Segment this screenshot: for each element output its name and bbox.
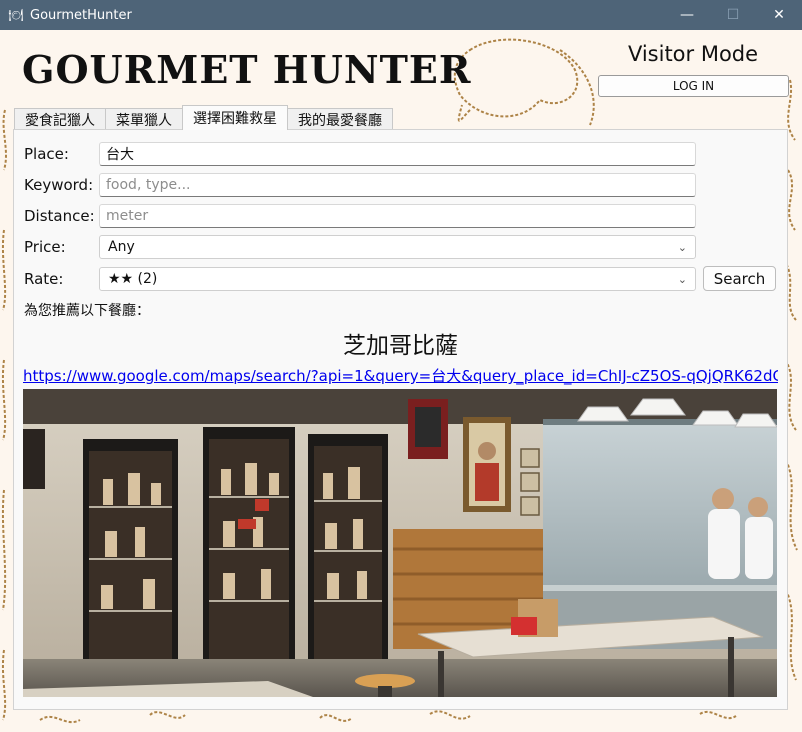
rate-row: Rate: ★★ (2) ⌄ — [24, 267, 696, 291]
maximize-button[interactable]: ☐ — [710, 0, 756, 30]
distance-row: Distance: meter — [24, 204, 696, 228]
window-title: GourmetHunter — [30, 7, 132, 23]
visitor-mode-label: Visitor Mode — [627, 42, 759, 66]
close-button[interactable]: ✕ — [756, 0, 802, 30]
price-label: Price: — [24, 238, 66, 256]
rate-label: Rate: — [24, 270, 64, 288]
chevron-down-icon: ⌄ — [677, 272, 687, 286]
tab-decision-helper[interactable]: 選擇困難救星 — [182, 105, 288, 130]
restaurant-name: 芝加哥比薩 — [343, 333, 458, 359]
tab-favorite-restaurants[interactable]: 我的最愛餐廳 — [287, 108, 393, 130]
window-controls: — ☐ ✕ — [664, 0, 802, 30]
distance-label: Distance: — [24, 207, 95, 225]
keyword-input[interactable]: food, type... — [99, 173, 696, 197]
rate-select[interactable]: ★★ (2) ⌄ — [99, 267, 696, 291]
title-bar: 🍽 GourmetHunter — ☐ ✕ — [0, 0, 802, 30]
restaurant-photo — [23, 389, 777, 697]
tab-menu-hunter[interactable]: 菜單獵人 — [105, 108, 183, 130]
keyword-row: Keyword: food, type... — [24, 173, 696, 197]
tab-bar: 愛食記獵人 菜單獵人 選擇困難救星 我的最愛餐廳 — [14, 105, 393, 130]
keyword-label: Keyword: — [24, 176, 94, 194]
restaurant-interior-illustration — [23, 389, 777, 697]
app-logo: GOURMET HUNTER — [22, 47, 472, 92]
place-row: Place: 台大 — [24, 142, 696, 166]
decision-helper-panel: Place: 台大 Keyword: food, type... Distanc… — [13, 129, 788, 710]
distance-input[interactable]: meter — [99, 204, 696, 228]
recommendation-intro: 為您推薦以下餐廳： — [24, 303, 150, 319]
search-button[interactable]: Search — [703, 266, 776, 291]
tab-ifoodie-hunter[interactable]: 愛食記獵人 — [14, 108, 106, 130]
price-select-value: Any — [108, 239, 135, 255]
google-maps-link[interactable]: https://www.google.com/maps/search/?api=… — [23, 365, 778, 386]
rate-select-value: ★★ (2) — [108, 271, 158, 287]
place-label: Place: — [24, 145, 69, 163]
utensils-icon: 🍽 — [8, 8, 24, 22]
minimize-button[interactable]: — — [664, 0, 710, 30]
login-button[interactable]: LOG IN — [598, 75, 789, 97]
price-select[interactable]: Any ⌄ — [99, 235, 696, 259]
price-row: Price: Any ⌄ — [24, 235, 696, 259]
place-input[interactable]: 台大 — [99, 142, 696, 166]
chevron-down-icon: ⌄ — [677, 240, 687, 254]
